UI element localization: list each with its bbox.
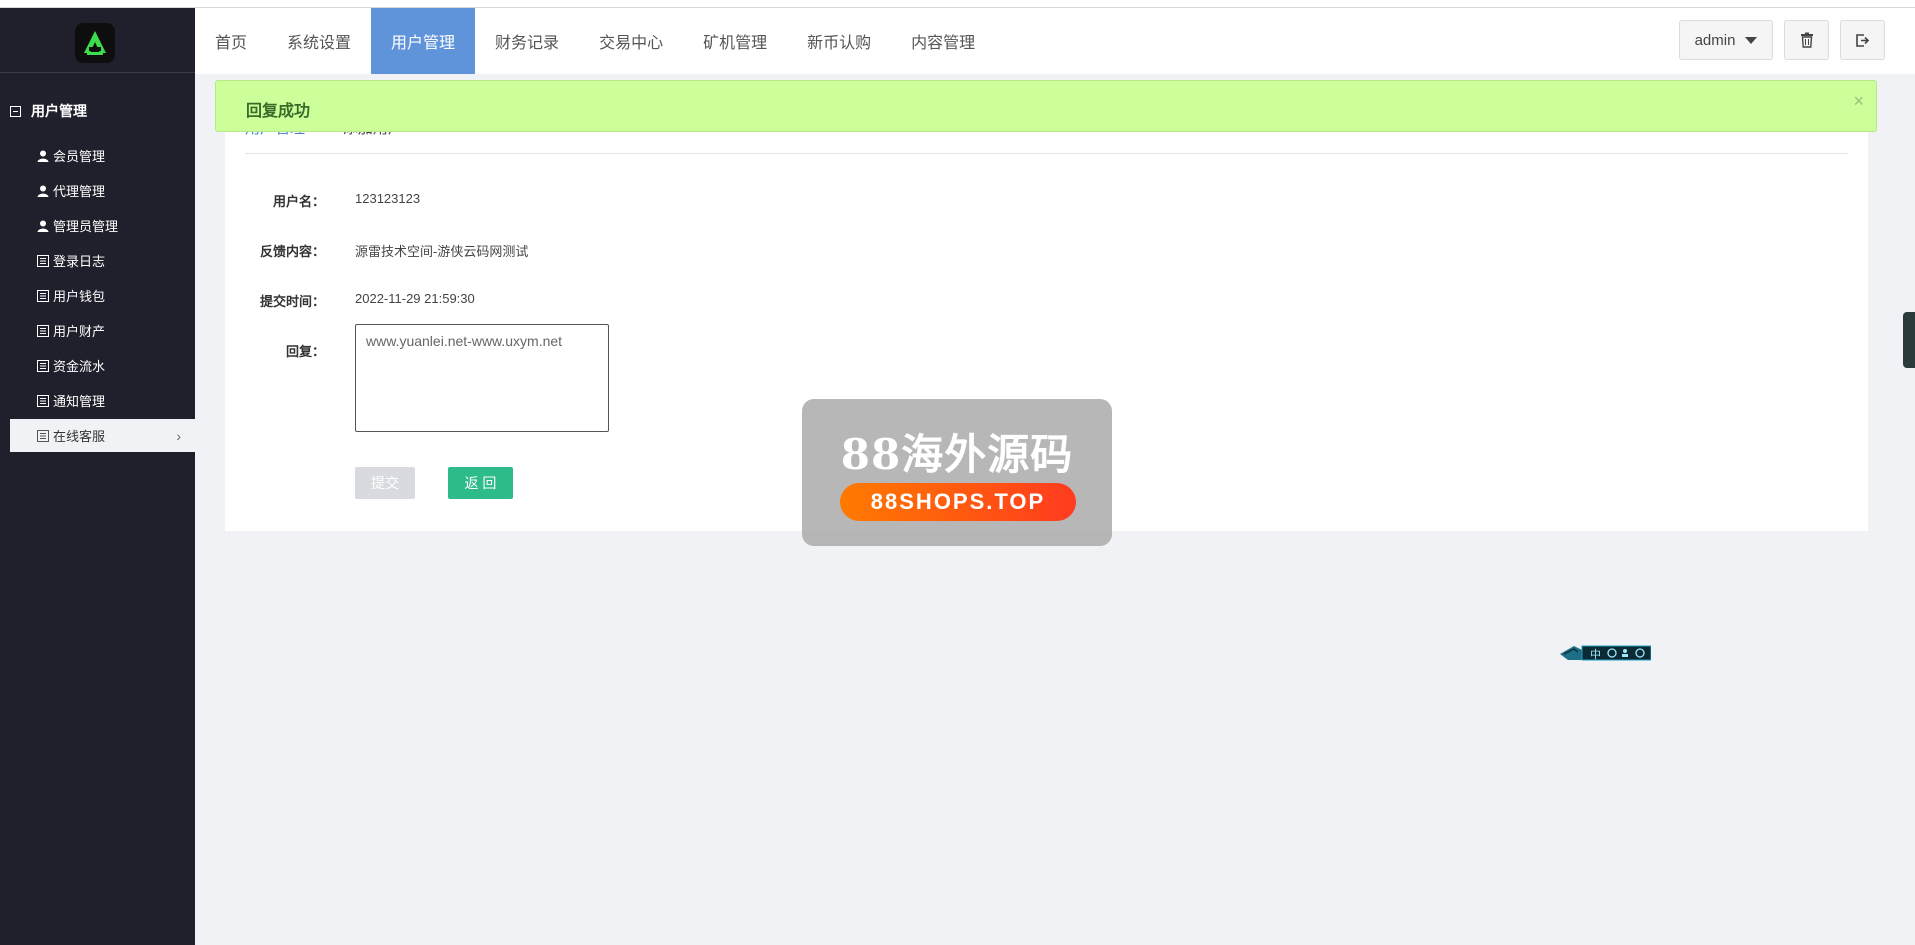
nav-trading-center[interactable]: 交易中心 [579, 8, 683, 74]
watermark: 88海外源码 88SHOPS.TOP [802, 399, 1112, 546]
alert-message: 回复成功 [246, 103, 311, 120]
reply-label: 回复： [285, 344, 325, 359]
nav-system-settings[interactable]: 系统设置 [267, 8, 371, 74]
floating-toolbar[interactable]: 中 [1560, 644, 1652, 662]
window-top-bar [0, 0, 1915, 8]
chevron-right-icon: › [176, 428, 181, 444]
app-logo[interactable] [75, 23, 115, 63]
sidebar-item-label: 在线客服 [53, 429, 106, 444]
sidebar-item-label: 会员管理 [53, 149, 106, 164]
sidebar-heading[interactable]: 用户管理 [10, 96, 87, 126]
user-menu-button[interactable]: admin [1679, 20, 1773, 60]
logo-icon [84, 31, 106, 55]
nav-miner-management[interactable]: 矿机管理 [683, 8, 787, 74]
collapse-icon [10, 105, 21, 117]
list-icon [36, 359, 50, 373]
success-alert: 回复成功 × [215, 80, 1877, 132]
nav-content-management[interactable]: 内容管理 [891, 8, 995, 74]
sidebar-item-cashflow[interactable]: 资金流水 [10, 349, 195, 382]
sidebar-item-notices[interactable]: 通知管理 [10, 384, 195, 417]
sidebar-item-label: 登录日志 [53, 254, 106, 269]
user-icon [36, 219, 50, 233]
top-nav: 首页 系统设置 用户管理 财务记录 交易中心 矿机管理 新币认购 内容管理 [195, 8, 995, 74]
list-icon [36, 429, 50, 443]
sidebar-item-label: 资金流水 [53, 359, 106, 374]
caret-down-icon [1745, 36, 1758, 44]
username: admin [1694, 31, 1736, 49]
sidebar-item-label: 代理管理 [53, 184, 106, 199]
feedback-value: 源雷技术空间-游侠云码网测试 [355, 244, 529, 259]
logout-button[interactable] [1840, 20, 1885, 60]
sidebar-item-online-service[interactable]: 在线客服 › [10, 419, 195, 452]
list-icon [36, 254, 50, 268]
sidebar-item-agents[interactable]: 代理管理 [10, 174, 195, 207]
clear-cache-button[interactable] [1784, 20, 1829, 60]
sidebar-item-assets[interactable]: 用户财产 [10, 314, 195, 347]
nav-new-coin-subscription[interactable]: 新币认购 [787, 8, 891, 74]
reply-textarea[interactable] [355, 324, 609, 432]
nav-user-management[interactable]: 用户管理 [371, 8, 476, 74]
close-icon[interactable]: × [1853, 91, 1864, 112]
nav-home[interactable]: 首页 [195, 8, 267, 74]
floating-toolbar-label: 中 [1590, 649, 1601, 661]
submit-time-value: 2022-11-29 21:59:30 [355, 291, 475, 306]
submit-time-label: 提交时间： [259, 294, 325, 309]
sidebar-item-members[interactable]: 会员管理 [10, 139, 195, 172]
sidebar-item-label: 管理员管理 [53, 219, 119, 234]
logout-icon [1856, 33, 1870, 47]
sidebar-item-admins[interactable]: 管理员管理 [10, 209, 195, 242]
sidebar-heading-label: 用户管理 [31, 103, 87, 119]
sidebar-item-label: 通知管理 [53, 394, 106, 409]
watermark-title: 88海外源码 [840, 430, 1074, 479]
watermark-url: 88SHOPS.TOP [840, 483, 1076, 521]
sidebar-item-label: 用户财产 [53, 324, 106, 339]
logo-area [0, 8, 195, 73]
sidebar: 用户管理 会员管理 代理管理 管理员管理 登录日志 用户钱包 用户财产 资金流水… [0, 8, 195, 945]
nav-finance-records[interactable]: 财务记录 [475, 8, 579, 74]
user-icon [36, 149, 50, 163]
sidebar-item-label: 用户钱包 [53, 289, 106, 304]
trash-icon [1800, 32, 1813, 48]
list-icon [36, 324, 50, 338]
back-button[interactable]: 返 回 [448, 467, 513, 499]
list-icon [36, 394, 50, 408]
username-value: 123123123 [355, 191, 421, 206]
edge-side-tab[interactable] [1903, 312, 1915, 368]
user-icon [36, 184, 50, 198]
feedback-label: 反馈内容： [259, 244, 325, 259]
floating-toolbar-icon [1560, 645, 1652, 661]
sidebar-item-login-log[interactable]: 登录日志 [10, 244, 195, 277]
sidebar-item-wallet[interactable]: 用户钱包 [10, 279, 195, 312]
submit-button[interactable]: 提交 [355, 467, 415, 499]
username-label: 用户名： [272, 194, 325, 209]
divider [245, 153, 1848, 154]
top-header: 首页 系统设置 用户管理 财务记录 交易中心 矿机管理 新币认购 内容管理 ad… [195, 8, 1915, 74]
list-icon [36, 289, 50, 303]
